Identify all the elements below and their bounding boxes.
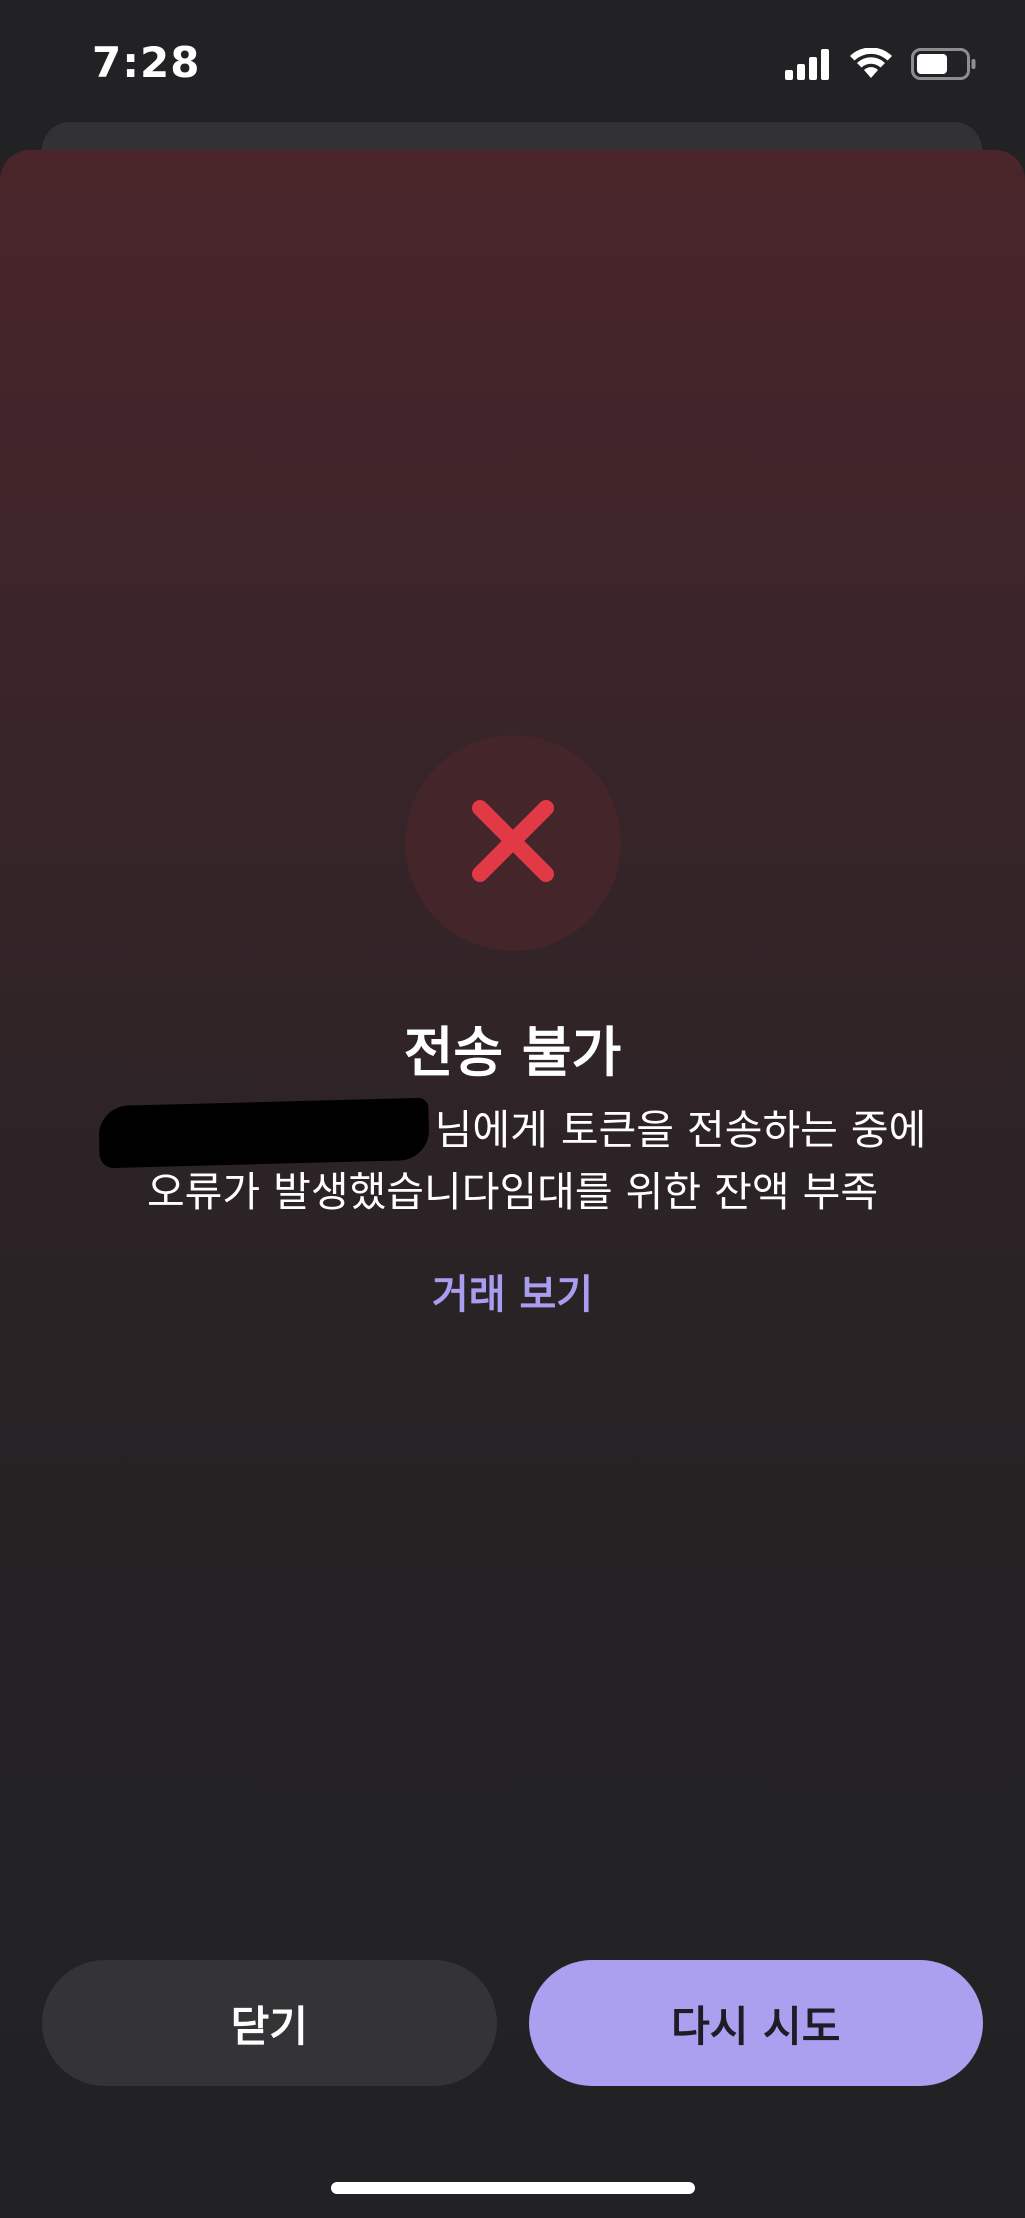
screen: 7:28 전송 불가 님에게 토큰을 전송하는 중에 오류가 발생했습니다임대를… xyxy=(0,0,1025,2218)
cellular-signal-icon xyxy=(785,48,831,84)
view-transaction-link[interactable]: 거래 보기 xyxy=(0,1262,1025,1320)
action-buttons: 닫기 다시 시도 xyxy=(42,1960,983,2086)
status-icons xyxy=(785,46,977,86)
error-icon-circle xyxy=(405,735,621,951)
error-message-line-1-text: 님에게 토큰을 전송하는 중에 xyxy=(434,1106,927,1154)
error-x-icon xyxy=(468,796,558,890)
battery-icon xyxy=(911,48,977,84)
error-message-line-1: 님에게 토큰을 전송하는 중에 xyxy=(60,1097,965,1169)
close-button[interactable]: 닫기 xyxy=(42,1960,497,2086)
error-message: 님에게 토큰을 전송하는 중에 오류가 발생했습니다임대를 위한 잔액 부족 xyxy=(60,1097,965,1220)
status-time: 7:28 xyxy=(92,38,201,87)
home-indicator[interactable] xyxy=(331,2182,695,2194)
redacted-recipient xyxy=(97,1097,430,1169)
status-bar: 7:28 xyxy=(0,0,1025,120)
wifi-icon xyxy=(849,47,893,84)
error-message-line-2: 오류가 발생했습니다임대를 위한 잔액 부족 xyxy=(146,1168,879,1216)
retry-button[interactable]: 다시 시도 xyxy=(528,1960,983,2086)
dialog-title: 전송 불가 xyxy=(403,1021,622,1084)
